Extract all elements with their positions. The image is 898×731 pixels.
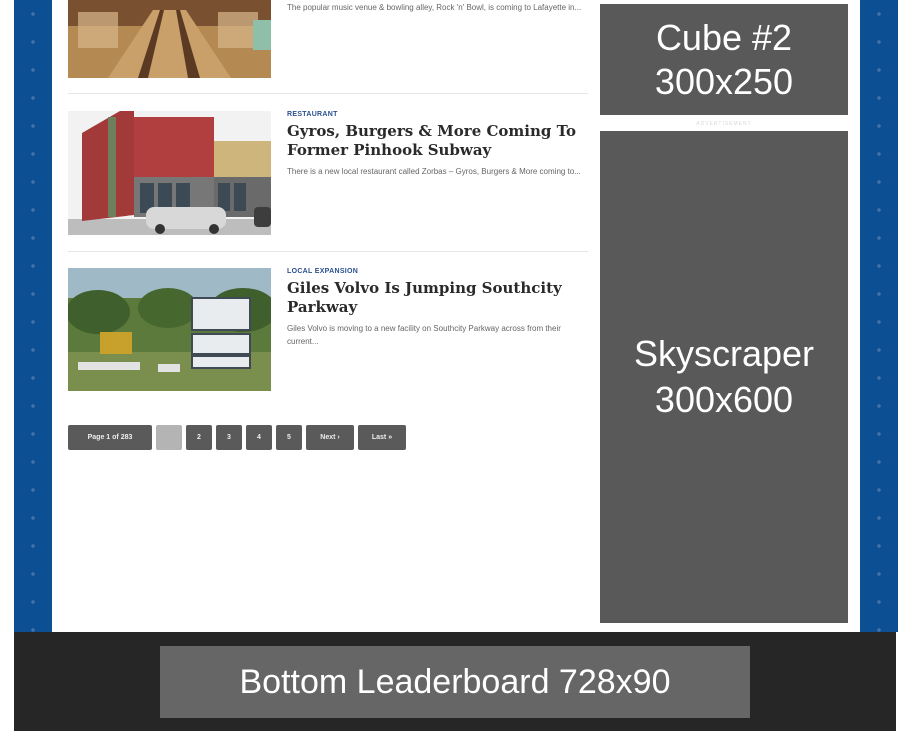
article-excerpt: The popular music venue & bowling alley,…: [287, 3, 582, 12]
article-excerpt: Giles Volvo is moving to a new facility …: [287, 324, 561, 346]
pagination-page-1: 1: [156, 425, 182, 450]
pagination-page-5[interactable]: 5: [276, 425, 302, 450]
ad-skyscraper-label: Skyscraper 300x600: [633, 333, 815, 420]
article-divider: [68, 93, 588, 94]
footer-bar: Bottom Leaderboard 728x90: [14, 632, 896, 731]
pagination-page-info: Page 1 of 283: [68, 425, 152, 450]
pagination-page-2[interactable]: 2: [186, 425, 212, 450]
article-divider: [68, 251, 588, 252]
pagination-last-button[interactable]: Last »: [358, 425, 406, 450]
pagination-page-3[interactable]: 3: [216, 425, 242, 450]
ad-cube-label: Cube #2 300x250: [654, 16, 794, 102]
ad-skyscraper-300x600[interactable]: Skyscraper 300x600: [600, 131, 848, 623]
article-thumbnail-volvo-lot[interactable]: [68, 268, 271, 391]
pagination-page-4[interactable]: 4: [246, 425, 272, 450]
ad-cube-300x250[interactable]: Cube #2 300x250: [600, 4, 848, 115]
pagination: Page 1 of 283 1 2 3 4 5 Next › Last »: [68, 425, 406, 450]
article-excerpt: There is a new local restaurant called Z…: [287, 167, 581, 176]
article-thumbnail-bowling[interactable]: [68, 0, 271, 78]
article-item: RESTAURANT Gyros, Burgers & More Coming …: [68, 111, 588, 236]
right-background-pattern: [860, 0, 898, 632]
article-item: LOCAL EXPANSION Giles Volvo Is Jumping S…: [68, 268, 588, 393]
article-title[interactable]: Giles Volvo Is Jumping Southcity Parkway: [287, 279, 587, 317]
ad-bottom-leaderboard-label: Bottom Leaderboard 728x90: [239, 662, 671, 701]
article-title[interactable]: Gyros, Burgers & More Coming To Former P…: [287, 122, 587, 160]
article-item: The popular music venue & bowling alley,…: [68, 0, 588, 80]
advertisement-label: ADVERTISEMENT: [696, 121, 752, 127]
article-thumbnail-restaurant[interactable]: [68, 111, 271, 235]
left-background-pattern: [14, 0, 52, 632]
article-category[interactable]: LOCAL EXPANSION: [287, 268, 587, 275]
article-category[interactable]: RESTAURANT: [287, 111, 587, 118]
pagination-next-button[interactable]: Next ›: [306, 425, 354, 450]
ad-bottom-leaderboard[interactable]: Bottom Leaderboard 728x90: [160, 646, 750, 718]
